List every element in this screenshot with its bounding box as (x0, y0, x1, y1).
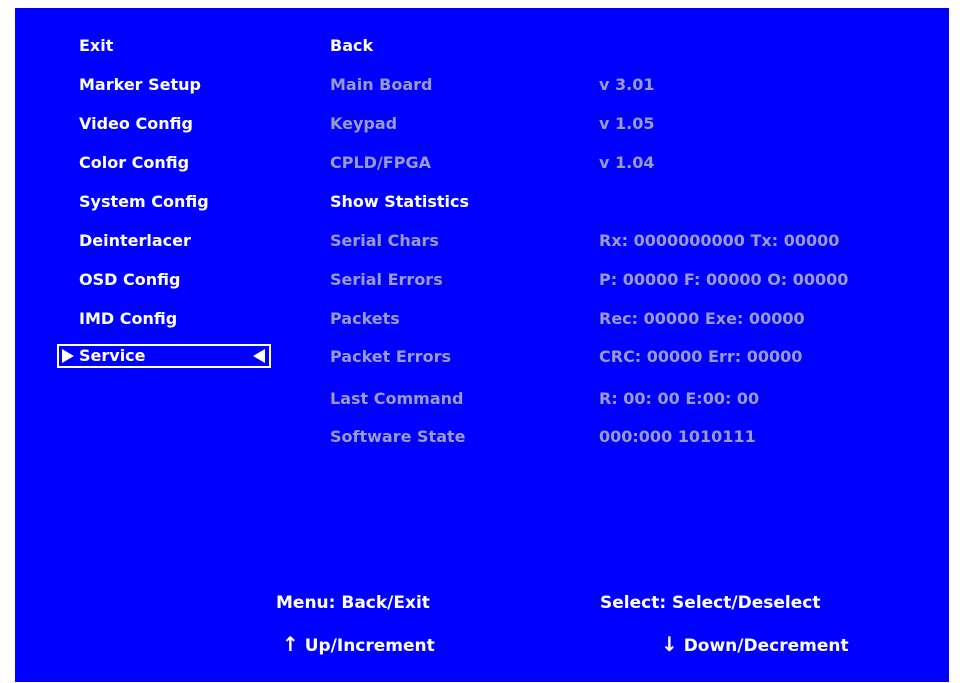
label-cpld-fpga: CPLD/FPGA (330, 153, 431, 172)
menu-item-imd-config[interactable]: IMD Config (79, 309, 177, 329)
menu-item-service-selected[interactable]: Service (57, 344, 271, 368)
value-software-state: 000:000 1010111 (599, 427, 756, 446)
value-keypad: v 1.05 (599, 114, 655, 133)
hint-down-decrement: ↓ Down/Decrement (661, 634, 849, 656)
value-packets: Rec: 00000 Exe: 00000 (599, 309, 805, 328)
menu-item-color-config[interactable]: Color Config (79, 153, 189, 173)
hint-down-label: Down/Decrement (683, 636, 849, 656)
down-arrow-icon: ↓ (661, 632, 678, 656)
value-serial-errors: P: 00000 F: 00000 O: 00000 (599, 270, 849, 289)
menu-item-osd-config[interactable]: OSD Config (79, 270, 180, 290)
hint-select-deselect: Select: Select/Deselect (600, 593, 821, 613)
hint-menu-back-exit: Menu: Back/Exit (276, 593, 430, 613)
value-packet-errors: CRC: 00000 Err: 00000 (599, 347, 803, 366)
menu-item-marker-setup[interactable]: Marker Setup (79, 75, 201, 95)
hint-up-increment: ↑ Up/Increment (282, 634, 435, 656)
value-last-command: R: 00: 00 E:00: 00 (599, 389, 760, 408)
label-packets: Packets (330, 309, 400, 328)
label-keypad: Keypad (330, 114, 398, 133)
up-arrow-icon: ↑ (282, 632, 299, 656)
submenu-back[interactable]: Back (330, 36, 373, 56)
menu-item-exit[interactable]: Exit (79, 36, 113, 56)
label-serial-errors: Serial Errors (330, 270, 443, 289)
osd-menu-panel: Exit Marker Setup Video Config Color Con… (15, 8, 949, 682)
value-serial-chars: Rx: 0000000000 Tx: 00000 (599, 231, 840, 250)
label-packet-errors: Packet Errors (330, 347, 451, 366)
menu-item-system-config[interactable]: System Config (79, 192, 209, 212)
value-cpld-fpga: v 1.04 (599, 153, 655, 172)
label-software-state: Software State (330, 427, 466, 446)
menu-item-deinterlacer[interactable]: Deinterlacer (79, 231, 191, 251)
selection-left-arrow-icon (253, 349, 265, 363)
hint-up-label: Up/Increment (304, 636, 435, 656)
label-main-board: Main Board (330, 75, 433, 94)
menu-item-video-config[interactable]: Video Config (79, 114, 193, 134)
menu-item-service-label: Service (79, 346, 146, 365)
label-serial-chars: Serial Chars (330, 231, 439, 250)
label-last-command: Last Command (330, 389, 464, 408)
value-main-board: v 3.01 (599, 75, 655, 94)
selection-right-arrow-icon (62, 349, 74, 363)
submenu-show-statistics[interactable]: Show Statistics (330, 192, 469, 212)
